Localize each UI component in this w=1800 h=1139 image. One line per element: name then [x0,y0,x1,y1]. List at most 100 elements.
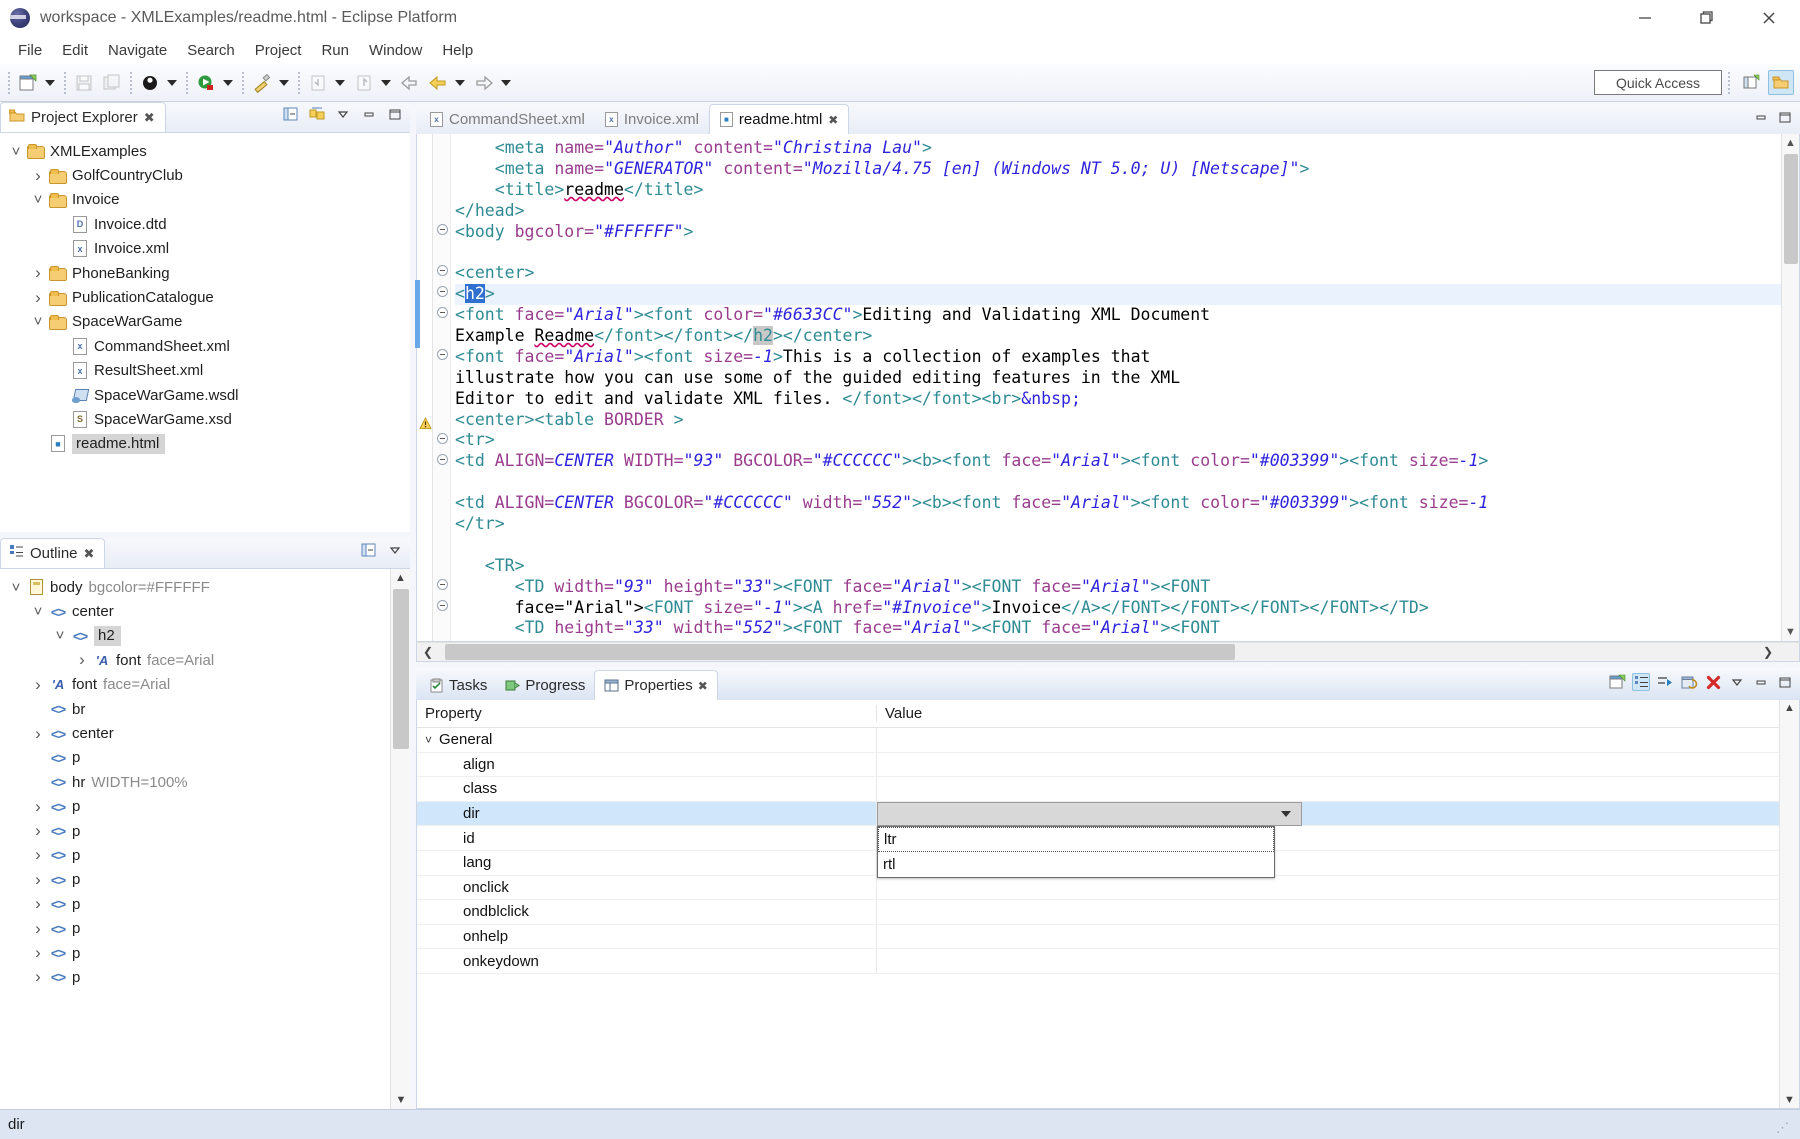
debug-dropdown-arrow[interactable] [164,70,180,96]
new-wizard-icon[interactable] [15,70,41,96]
chevron-down-icon[interactable]: ˅ [28,313,48,330]
close-icon[interactable]: ✖ [828,113,838,127]
chevron-down-icon[interactable]: ˅ [28,603,48,620]
tab-progress[interactable]: Progress [496,670,594,700]
dir-value-combo[interactable] [877,802,1302,827]
code-line[interactable]: </tr> [455,514,1781,535]
code-line[interactable]: <td ALIGN=CENTER BGCOLOR="#CCCCCC" width… [455,493,1781,514]
forward-dropdown-arrow[interactable] [498,70,514,96]
chevron-down-icon[interactable]: ˅ [6,579,26,596]
web-perspective-icon[interactable] [1768,70,1794,95]
external-tools-dropdown-arrow[interactable] [276,70,292,96]
outline-tree-item[interactable]: ˅bodybgcolor=#FFFFFF [0,575,410,599]
collapse-all-icon[interactable] [282,105,300,123]
project-tree-item[interactable]: ˅Invoice [0,188,410,212]
outline-tree-item[interactable]: ›<>center [0,721,410,745]
close-icon[interactable]: ✖ [144,110,155,126]
export-icon[interactable] [351,70,377,96]
show-categories-icon[interactable] [1632,673,1650,691]
project-tree[interactable]: ˅XMLExamples›GolfCountryClub˅InvoiceDInv… [0,133,410,456]
project-tree-item[interactable]: xCommandSheet.xml [0,334,410,358]
chevron-down-icon[interactable]: ˅ [50,627,70,644]
code-line[interactable]: <font face="Arial"><font size=-1>This is… [455,347,1781,368]
editor-tab-readme-html[interactable]: ■readme.html✖ [709,104,849,134]
quick-access-input[interactable]: Quick Access [1594,70,1722,95]
chevron-right-icon[interactable]: › [28,288,48,308]
source-code-area[interactable]: <meta name="Author" content="Christina L… [451,134,1781,641]
link-with-editor-icon[interactable] [308,105,326,123]
tab-project-explorer[interactable]: Project Explorer ✖ [0,102,166,132]
properties-group-row[interactable]: ˅General [417,728,1779,753]
show-advanced-icon[interactable] [1656,673,1674,691]
project-tree-item[interactable]: SSpaceWarGame.xsd [0,407,410,431]
code-line[interactable] [455,535,1781,556]
minimize-icon[interactable] [1754,110,1768,129]
code-line[interactable] [455,472,1781,493]
minimize-window-button[interactable] [1614,0,1676,36]
outline-tree-item[interactable]: <>br [0,697,410,721]
warning-marker-icon[interactable] [419,417,432,430]
scroll-up-icon[interactable]: ▲ [1782,134,1800,152]
fold-toggle-icon[interactable] [437,433,448,444]
project-tree-item[interactable]: xInvoice.xml [0,237,410,261]
fold-toggle-icon[interactable] [437,224,448,235]
outline-tree-item[interactable]: ˅<>center [0,599,410,623]
code-line[interactable]: Example Readme</font></font></h2></cente… [455,326,1781,347]
property-value-cell[interactable] [877,876,1779,900]
outline-tree-item[interactable]: ›<>p [0,868,410,892]
scroll-left-icon[interactable]: ❮ [417,643,439,661]
chevron-right-icon[interactable]: › [28,870,48,890]
menu-edit[interactable]: Edit [52,39,98,62]
project-tree-item[interactable]: xResultSheet.xml [0,359,410,383]
code-line[interactable]: <h2> [455,284,1781,305]
import-icon[interactable] [305,70,331,96]
code-line[interactable]: </head> [455,201,1781,222]
properties-vertical-scrollbar[interactable]: ▲ ▼ [1779,700,1799,1108]
code-line[interactable]: <TD width="93" height="33"><FONT face="A… [455,577,1781,598]
scroll-up-icon[interactable]: ▲ [1784,702,1795,714]
code-line[interactable]: illustrate how you can use some of the g… [455,368,1781,389]
code-line[interactable]: face="Arial"><FONT size="-1">Shows how a… [455,639,1781,641]
scroll-right-icon[interactable]: ❯ [1757,643,1779,661]
chevron-down-icon[interactable]: ˅ [28,191,48,208]
code-line[interactable]: <font face="Arial"><font color="#6633CC"… [455,305,1781,326]
run-dropdown-arrow[interactable] [220,70,236,96]
tab-outline[interactable]: Outline ✖ [0,538,105,568]
import-dropdown-arrow[interactable] [332,70,348,96]
code-line[interactable]: <center> [455,263,1781,284]
code-line[interactable]: <td ALIGN=CENTER WIDTH="93" BGCOLOR="#CC… [455,451,1781,472]
outline-tree-item[interactable]: ›<>p [0,965,410,989]
fold-toggle-icon[interactable] [437,265,448,276]
fold-toggle-icon[interactable] [437,600,448,611]
code-line[interactable]: <meta name="Author" content="Christina L… [455,138,1781,159]
outline-tree-item[interactable]: <>hrWIDTH=100% [0,770,410,794]
annotation-ruler[interactable] [417,134,433,641]
tab-tasks[interactable]: Tasks [420,670,496,700]
open-perspective-icon[interactable] [1738,70,1764,95]
dir-value-dropdown-list[interactable]: ltrrtl [877,826,1275,878]
new-icon[interactable] [1608,673,1626,691]
outline-tree[interactable]: ˅bodybgcolor=#FFFFFF˅<>center˅<>h2›'Afon… [0,569,410,990]
editor-horizontal-scrollbar[interactable]: ❮ ❯ [416,642,1800,662]
back-history-icon[interactable] [397,70,423,96]
chevron-right-icon[interactable]: › [28,675,48,695]
fold-toggle-icon[interactable] [437,286,448,297]
chevron-right-icon[interactable]: › [28,821,48,841]
menu-project[interactable]: Project [245,39,312,62]
close-window-button[interactable] [1738,0,1800,36]
code-line[interactable]: <TD height="33" width="552"><FONT face="… [455,618,1781,639]
back-dropdown-arrow[interactable] [452,70,468,96]
property-value-cell[interactable] [877,925,1779,949]
chevron-right-icon[interactable]: › [72,650,92,670]
close-icon[interactable]: ✖ [84,546,95,562]
scroll-thumb[interactable] [1784,154,1798,264]
properties-table[interactable]: Property Value ˅Generalalignclassdiridla… [417,700,1779,1108]
fold-toggle-icon[interactable] [437,454,448,465]
maximize-icon[interactable] [1778,110,1792,129]
property-value-cell[interactable] [877,900,1779,924]
scroll-up-icon[interactable]: ▲ [391,569,410,587]
resize-grip-icon[interactable]: ⋰ [1776,1120,1790,1136]
menu-run[interactable]: Run [311,39,359,62]
scroll-down-icon[interactable]: ▼ [1782,623,1800,641]
code-line[interactable]: <meta name="GENERATOR" content="Mozilla/… [455,159,1781,180]
